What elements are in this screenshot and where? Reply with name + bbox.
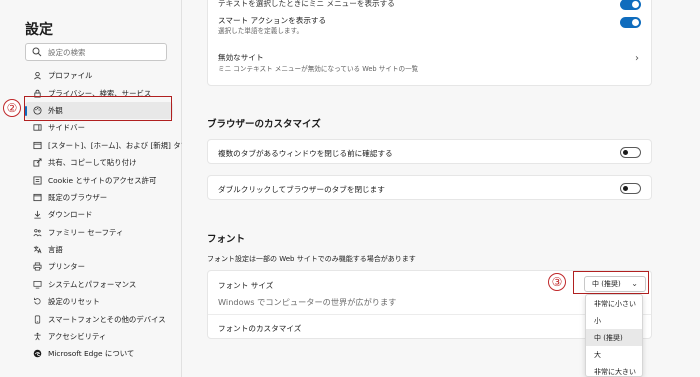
close-multiple-tabs-toggle[interactable] <box>620 147 641 158</box>
font-size-option-small[interactable]: 小 <box>586 312 642 329</box>
permissions-icon <box>32 175 42 185</box>
chevron-down-icon: ⌄ <box>631 279 638 288</box>
sidebar-item-label: サイドバー <box>48 123 85 133</box>
settings-sidebar: 設定 プロファイル プライバシー、検索、サービス 外観 サイドバー [スタート]… <box>0 0 188 377</box>
download-icon <box>32 210 42 220</box>
sidebar-item-share[interactable]: 共有、コピーして貼り付け <box>25 154 173 171</box>
system-icon <box>32 279 42 289</box>
sidebar-item-label: 既定のブラウザー <box>48 192 108 202</box>
sidebar-item-label: ファミリー セーフティ <box>48 227 124 237</box>
sidebar-item-label: 共有、コピーして貼り付け <box>48 158 137 168</box>
smart-actions-desc: 選択した単語を定義します。 <box>218 27 304 35</box>
settings-title: 設定 <box>25 22 53 38</box>
sidebar-item-about-edge[interactable]: Microsoft Edge について <box>25 345 173 362</box>
font-size-menu: 非常に小さい 小 中 (推奨) 大 非常に大きい <box>585 294 643 377</box>
double-click-close-toggle[interactable] <box>620 183 641 194</box>
sidebar-item-family-safety[interactable]: ファミリー セーフティ <box>25 224 173 241</box>
smart-actions-row: スマート アクションを表示する 選択した単語を定義します。 <box>208 9 651 42</box>
search-icon <box>32 47 42 57</box>
close-multiple-tabs-label: 複数のタブがあるウィンドウを閉じる前に確認する <box>218 149 393 158</box>
browser-icon <box>32 192 42 202</box>
sidebar-item-label: プリンター <box>48 262 85 272</box>
font-size-option-very-large[interactable]: 非常に大きい <box>586 363 642 376</box>
sidebar-item-start-home-tabs[interactable]: [スタート]、[ホーム]、および [新規] タブ <box>25 137 188 154</box>
sidebar-item-label: 設定のリセット <box>48 297 100 307</box>
font-size-label: フォント サイズ <box>218 281 274 290</box>
font-size-option-very-small[interactable]: 非常に小さい <box>586 295 642 312</box>
double-click-close-card: ダブルクリックしてブラウザーのタブを閉じます <box>207 175 652 200</box>
close-multiple-tabs-card: 複数のタブがあるウィンドウを閉じる前に確認する <box>207 139 652 164</box>
appearance-highlight-box <box>24 96 172 121</box>
font-size-selected: 中 (推奨) <box>592 280 621 288</box>
sidebar-item-label: [スタート]、[ホーム]、および [新規] タブ <box>48 140 189 150</box>
font-size-option-large[interactable]: 大 <box>586 346 642 363</box>
sidebar-item-system[interactable]: システムとパフォーマンス <box>25 276 173 293</box>
font-customize-label[interactable]: フォントのカスタマイズ <box>218 323 301 334</box>
sidebar-item-default-browser[interactable]: 既定のブラウザー <box>25 189 173 206</box>
edge-icon <box>32 349 42 359</box>
sidebar-item-label: Cookie とサイトのアクセス許可 <box>48 175 157 185</box>
sidebar-item-profile[interactable]: プロファイル <box>25 67 173 84</box>
chevron-right-icon: › <box>635 53 639 64</box>
sidebar-item-label: Microsoft Edge について <box>48 349 135 359</box>
sidebar-item-label: 言語 <box>48 245 63 255</box>
mini-menu-title: テキストを選択したときにミニ メニューを表示する <box>218 0 395 8</box>
double-click-close-label: ダブルクリックしてブラウザーのタブを閉じます <box>218 185 385 194</box>
smart-actions-toggle[interactable] <box>620 17 641 28</box>
font-preview-text: Windows でコンピューターの世界が広がります <box>218 297 397 307</box>
sidebar-item-languages[interactable]: 言語 <box>25 241 173 258</box>
sidebar-item-downloads[interactable]: ダウンロード <box>25 206 173 223</box>
share-icon <box>32 158 42 168</box>
settings-search-input[interactable] <box>48 46 162 58</box>
accessibility-icon <box>32 332 42 342</box>
reset-icon <box>32 297 42 307</box>
printer-icon <box>32 262 42 272</box>
sidebar-item-devices[interactable]: スマートフォンとその他のデバイス <box>25 310 173 327</box>
family-icon <box>32 227 42 237</box>
language-icon <box>32 245 42 255</box>
fonts-heading: フォント <box>207 234 246 245</box>
profile-icon <box>32 71 42 81</box>
font-size-dropdown[interactable]: 中 (推奨) ⌄ <box>584 276 646 292</box>
home-tab-icon <box>32 140 42 150</box>
sidebar-item-accessibility[interactable]: アクセシビリティ <box>25 328 173 345</box>
mini-menu-row: テキストを選択したときにミニ メニューを表示する <box>208 0 651 10</box>
sidebar-item-label: システムとパフォーマンス <box>48 279 137 289</box>
sidebar-item-label: アクセシビリティ <box>48 332 107 342</box>
sidebar-item-label: プロファイル <box>48 71 93 81</box>
sidebar-item-sidebar[interactable]: サイドバー <box>25 119 173 136</box>
disabled-sites-title: 無効なサイト <box>218 53 264 62</box>
settings-search-box[interactable] <box>25 43 167 61</box>
step-3-callout: ③ <box>548 273 566 291</box>
disabled-sites-desc: ミニ コンテキスト メニューが無効になっている Web サイトの一覧 <box>218 65 419 73</box>
sidebar-item-label: ダウンロード <box>48 210 93 220</box>
sidebar-item-reset[interactable]: 設定のリセット <box>25 293 173 310</box>
browser-customize-heading: ブラウザーのカスタマイズ <box>207 119 321 130</box>
step-2-callout: ② <box>3 99 21 117</box>
font-size-option-medium[interactable]: 中 (推奨) <box>586 329 642 346</box>
sidebar-item-cookies[interactable]: Cookie とサイトのアクセス許可 <box>25 171 173 188</box>
mini-menu-card: テキストを選択したときにミニ メニューを表示する スマート アクションを表示する… <box>207 0 652 86</box>
disabled-sites-row[interactable]: 無効なサイト ミニ コンテキスト メニューが無効になっている Web サイトの一… <box>208 42 651 86</box>
sidebar-item-printers[interactable]: プリンター <box>25 258 173 275</box>
sidebar-item-label: スマートフォンとその他のデバイス <box>48 314 166 324</box>
fonts-description: フォント設定は一部の Web サイトでのみ機能する場合があります <box>207 255 416 263</box>
phone-icon <box>32 314 42 324</box>
sidebar-icon <box>32 123 42 133</box>
